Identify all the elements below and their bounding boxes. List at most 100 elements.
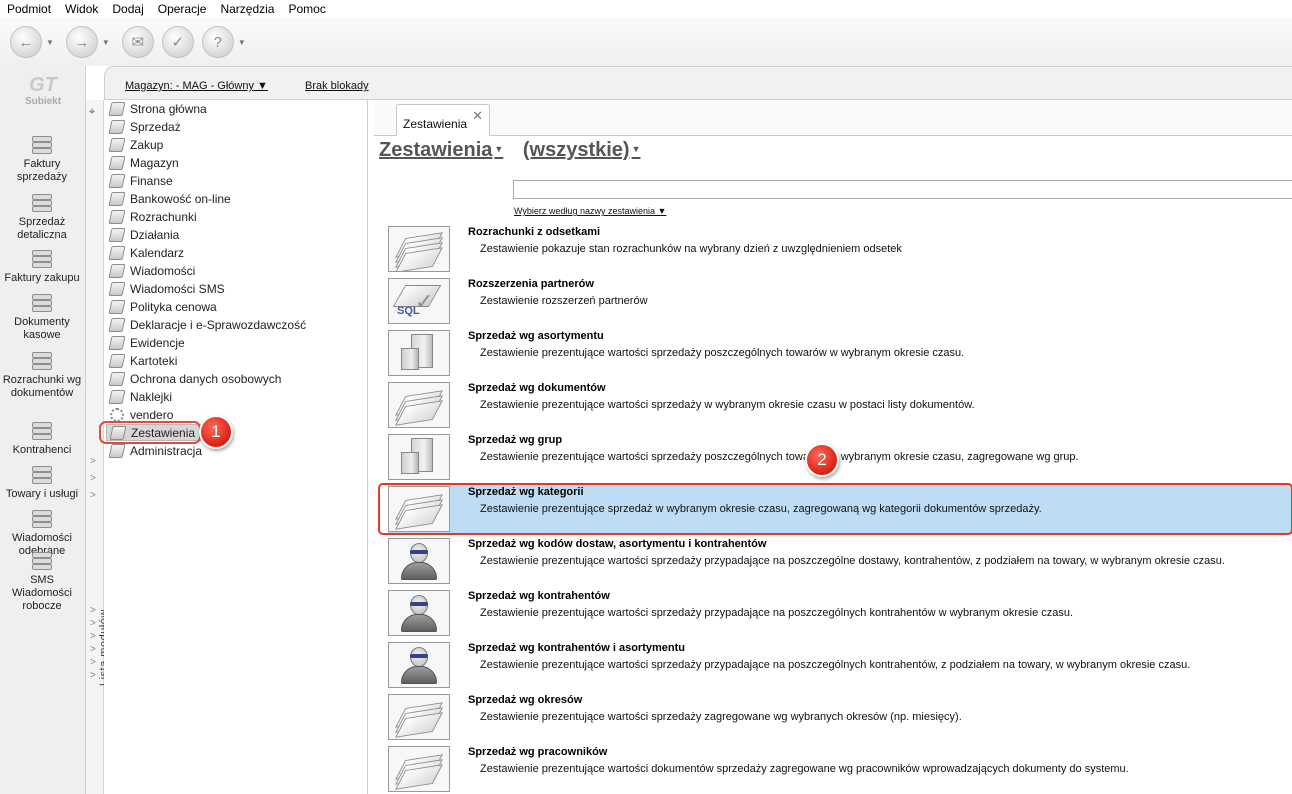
tab-zestawienia[interactable]: Zestawienia ✕ (396, 104, 490, 136)
chevron-right-icon[interactable]: > (90, 631, 96, 642)
retail-receipt-icon (28, 192, 56, 214)
module-list-item[interactable]: Kalendarz (106, 244, 184, 261)
report-description: Zestawienie prezentujące wartości sprzed… (480, 347, 965, 359)
report-row[interactable]: ✓ SQL Rozszerzenia partnerów Zestawienie ro… (388, 276, 1292, 326)
menu-item[interactable]: Narzędzia (213, 0, 281, 18)
sql-icon: ✓ SQL (388, 278, 450, 324)
module-list-item[interactable]: Wiadomości (106, 262, 195, 279)
module-button[interactable]: Kontrahenci (0, 420, 84, 457)
module-list-item-label: Działania (130, 227, 180, 242)
document-check-icon[interactable]: ✓ (161, 26, 194, 58)
report-row[interactable]: Rozrachunki z odsetkami Zestawienie pokaz… (388, 224, 1292, 274)
module-button-label: Dokumenty kasowe (14, 316, 70, 341)
module-icon (108, 353, 126, 368)
report-title: Rozszerzenia partnerów (468, 278, 594, 290)
chevron-right-icon[interactable]: > (90, 490, 96, 501)
back-dropdown-icon[interactable]: ▼ (46, 38, 54, 47)
forward-arrow-icon[interactable]: → (65, 26, 98, 58)
tab-strip: Zestawienia ✕ (374, 100, 1292, 136)
chevron-right-icon[interactable]: > (90, 670, 96, 681)
module-list-item-label: Administracja (130, 443, 203, 458)
module-list-item[interactable]: Sprzedaż (106, 118, 181, 135)
module-list-item[interactable]: Administracja (106, 442, 202, 459)
report-row[interactable]: Sprzedaż wg grup Zestawienie prezentujące… (388, 432, 1292, 482)
module-list-item-label: Zakup (130, 137, 164, 152)
module-list-item[interactable]: Finanse (106, 172, 173, 189)
module-button[interactable]: Dokumenty kasowe (0, 292, 84, 342)
chevron-right-icon[interactable]: > (90, 644, 96, 655)
module-list-item[interactable]: Rozrachunki (106, 208, 197, 225)
report-row[interactable]: Sprzedaż wg okresów Zestawienie prezentuj… (388, 692, 1292, 742)
module-list-item[interactable]: Strona główna (106, 100, 207, 117)
module-list-item[interactable]: Zakup (106, 136, 163, 153)
help-icon[interactable]: ? (201, 26, 234, 58)
search-input[interactable] (513, 180, 1292, 199)
report-row[interactable]: Sprzedaż wg kontrahentów i asortymentu Ze… (388, 640, 1292, 690)
menu-item[interactable]: Dodaj (105, 0, 150, 18)
module-button[interactable]: Sprzedaż detaliczna (0, 192, 84, 242)
lock-status-link[interactable]: Brak blokady (305, 80, 369, 92)
menu-bar: Podmiot Widok Dodaj Operacje Narzędzia Pomoc (0, 0, 1292, 18)
module-list-item-label: Naklejki (130, 389, 173, 404)
report-description: Zestawienie pokazuje stan rozrachunków n… (480, 243, 902, 255)
toolbar: ← ▼ → ▼ ✉ ✓ ? ▼ (0, 18, 1292, 66)
module-list-item-label: Finanse (130, 173, 173, 188)
menu-item[interactable]: Podmiot (0, 0, 58, 18)
chevron-right-icon[interactable]: > (90, 618, 96, 629)
chevron-right-icon[interactable]: > (90, 605, 96, 616)
module-button[interactable]: Faktury sprzedaży (0, 134, 84, 184)
help-dropdown-icon[interactable]: ▼ (238, 38, 246, 47)
module-button[interactable]: Rozrachunki wg dokumentów (0, 350, 84, 400)
module-list-item[interactable]: Polityka cenowa (106, 298, 217, 315)
module-button[interactable]: Faktury zakupu (0, 248, 84, 285)
module-list-item-label: Deklaracje i e-Sprawozdawczość (130, 317, 307, 332)
module-list-item[interactable]: Kartoteki (106, 352, 177, 369)
menu-item[interactable]: Pomoc (281, 0, 332, 18)
left-module-strip: GT Subiekt Faktury sprzedaży Sprzedaż det… (0, 66, 86, 794)
reports-category-dropdown[interactable]: Zestawienia ▼ (379, 139, 503, 161)
report-description: Zestawienie prezentujące wartości sprzed… (480, 451, 1079, 463)
module-list-toggle-bar[interactable]: ⌖ > > > > > > > > > Lista modułów (86, 100, 110, 794)
module-button[interactable]: Towary i usługi (0, 464, 84, 501)
warehouse-selector[interactable]: Magazyn: - MAG - Główny ▼ (125, 80, 268, 92)
module-button[interactable]: SMS Wiadomości robocze (0, 550, 84, 613)
report-title: Sprzedaż wg kodów dostaw, asortymentu i … (468, 538, 767, 550)
module-list-item-label: Ewidencje (130, 335, 185, 350)
menu-item[interactable]: Widok (58, 0, 105, 18)
module-list-item-label: Strona główna (130, 101, 207, 116)
module-icon (108, 389, 126, 404)
report-description: Zestawienie prezentujące wartości dokume… (480, 763, 1129, 775)
module-button-label: SMS Wiadomości robocze (12, 574, 72, 612)
chevron-right-icon[interactable]: > (90, 657, 96, 668)
module-list-item[interactable]: Magazyn (106, 154, 179, 171)
module-list-item[interactable]: Deklaracje i e-Sprawozdawczość (106, 316, 306, 333)
report-row[interactable]: Sprzedaż wg pracowników Zestawienie preze… (388, 744, 1292, 794)
module-icon (108, 173, 126, 188)
module-list-item[interactable]: Bankowość on-line (106, 190, 231, 207)
report-row[interactable]: Sprzedaż wg kodów dostaw, asortymentu i … (388, 536, 1292, 586)
module-icon (108, 335, 126, 350)
close-icon[interactable]: ✕ (472, 108, 483, 124)
module-list-item-label: Sprzedaż (130, 119, 181, 134)
module-list-item[interactable]: Ewidencje (106, 334, 185, 351)
back-arrow-icon[interactable]: ← (10, 26, 42, 58)
pin-icon[interactable]: ⌖ (89, 106, 95, 119)
search-mode-dropdown[interactable]: Wybierz według nazwy zestawienia ▼ (514, 206, 666, 216)
stamp-icon[interactable]: ✉ (121, 26, 154, 58)
report-row[interactable]: Sprzedaż wg kontrahentów Zestawienie prez… (388, 588, 1292, 638)
report-row[interactable]: Sprzedaż wg dokumentów Zestawienie prezen… (388, 380, 1292, 430)
chevron-right-icon[interactable]: > (90, 456, 96, 467)
module-list-item[interactable]: Ochrona danych osobowych (106, 370, 281, 387)
papers-stack-icon (388, 226, 450, 272)
menu-item[interactable]: Operacje (151, 0, 214, 18)
module-list-item[interactable]: Naklejki (106, 388, 172, 405)
reports-filter-dropdown[interactable]: (wszystkie) ▼ (523, 139, 641, 161)
module-list-item[interactable]: Działania (106, 226, 179, 243)
report-row[interactable]: Sprzedaż wg asortymentu Zestawienie preze… (388, 328, 1292, 378)
report-title: Sprzedaż wg dokumentów (468, 382, 606, 394)
chevron-right-icon[interactable]: > (90, 473, 96, 484)
report-title: Sprzedaż wg pracowników (468, 746, 608, 758)
module-list: Strona główna Sprzedaż Zakup Magazyn Finanse… (104, 100, 368, 794)
module-list-item[interactable]: Wiadomości SMS (106, 280, 225, 297)
forward-dropdown-icon[interactable]: ▼ (102, 38, 110, 47)
